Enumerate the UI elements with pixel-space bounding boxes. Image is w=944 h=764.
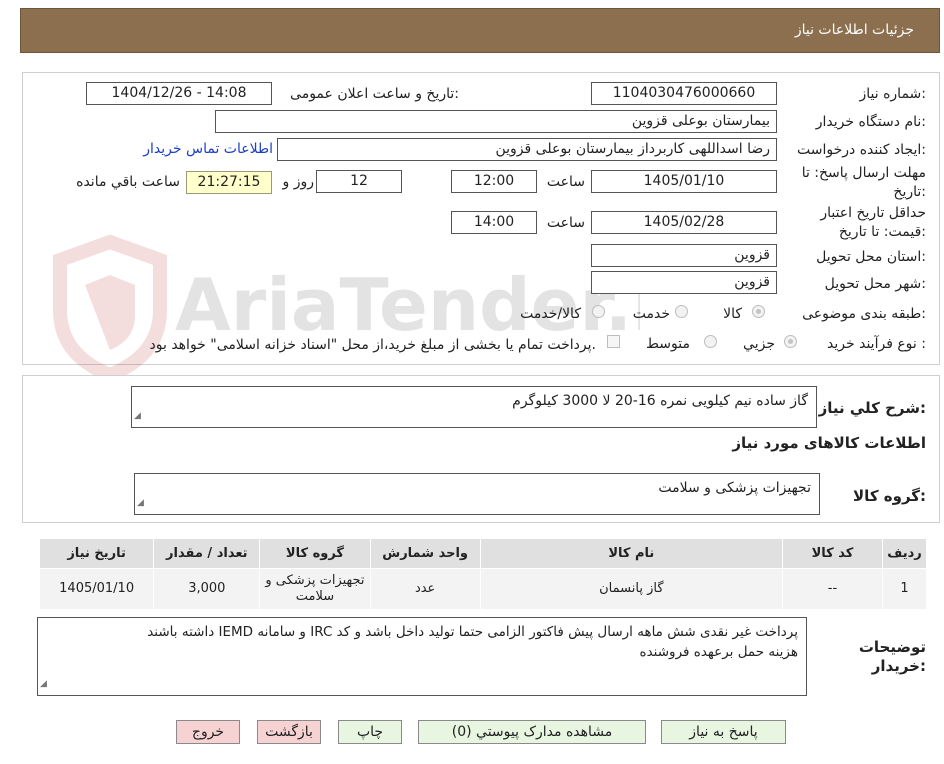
notes-label-2: خریدار: xyxy=(871,657,926,675)
page-title: جزئیات اطلاعات نیاز xyxy=(794,22,914,38)
cell-unit: عدد xyxy=(369,568,481,610)
announce-field: 1404/12/26 - 14:08 xyxy=(86,82,272,105)
resize-grip-icon[interactable]: ◢ xyxy=(137,493,144,513)
deadline-time-field: 12:00 xyxy=(451,170,537,193)
category-both-label: کالا/خدمت xyxy=(520,306,581,322)
exit-button[interactable]: خروج xyxy=(176,720,240,744)
deadline-date-field: 1405/01/10 xyxy=(591,170,777,193)
col-item-name: نام کالا xyxy=(479,538,783,569)
goods-group-text: تجهیزات پزشکی و سلامت xyxy=(658,480,811,496)
category-radio-goods[interactable] xyxy=(752,305,765,318)
col-row-number: ردیف xyxy=(882,538,927,569)
view-attachments-button[interactable]: مشاهده مدارک پیوستي (0) xyxy=(418,720,646,744)
payment-note: پرداخت تمام یا بخشی از مبلغ خرید،از محل … xyxy=(149,337,596,353)
validity-date-field: 1405/02/28 xyxy=(591,211,777,234)
cell-group: تجهیزات پزشکی و سلامت xyxy=(259,568,371,610)
goods-group-label: گروه کالا: xyxy=(853,487,926,505)
validity-label-2: قیمت: تا تاریخ: xyxy=(838,224,926,240)
category-service-label: خدمت xyxy=(632,306,670,322)
validity-label-1: حداقل تاریخ اعتبار xyxy=(820,205,926,221)
requester-label: ایجاد کننده درخواست: xyxy=(797,142,926,158)
process-radio-minor[interactable] xyxy=(784,335,797,348)
notes-label-1: توضیحات xyxy=(858,638,926,656)
announce-label: تاریخ و ساعت اعلان عمومی: xyxy=(290,86,459,102)
province-label: استان محل تحویل: xyxy=(816,249,926,265)
city-label: شهر محل تحویل: xyxy=(824,276,926,292)
page-header: جزئیات اطلاعات نیاز xyxy=(20,8,940,53)
cell-need-date: 1405/01/10 xyxy=(38,568,155,610)
notes-line-1: پرداخت غیر نقدی شش ماهه ارسال پیش فاکتور… xyxy=(147,624,798,640)
back-button[interactable]: بازگشت xyxy=(257,720,321,744)
col-need-date: تاریخ نیاز xyxy=(38,538,155,569)
summary-textarea[interactable]: گاز ساده نیم کیلویی نمره 16-20 لا 3000 ک… xyxy=(131,386,817,428)
col-item-code: کد کالا xyxy=(781,538,884,569)
days-remaining-field: 12 xyxy=(316,170,402,193)
days-word: روز و xyxy=(282,174,315,190)
process-radio-medium[interactable] xyxy=(704,335,717,348)
table-row: 1 -- گاز پانسمان عدد تجهیزات پزشکی و سلا… xyxy=(38,568,927,610)
deadline-label-1: مهلت ارسال پاسخ: تا xyxy=(801,165,926,181)
print-button[interactable]: چاپ xyxy=(338,720,402,744)
items-table: ردیف کد کالا نام کالا واحد شمارش گروه کا… xyxy=(38,538,927,610)
table-header-row: ردیف کد کالا نام کالا واحد شمارش گروه کا… xyxy=(38,538,927,569)
resize-grip-icon[interactable]: ◢ xyxy=(134,406,141,426)
validity-time-label: ساعت xyxy=(546,215,585,231)
process-medium-label: متوسط xyxy=(646,336,690,352)
process-minor-label: جزیي xyxy=(743,336,775,352)
category-radio-both[interactable] xyxy=(592,305,605,318)
process-label: نوع فرآیند خرید : xyxy=(827,336,926,352)
need-number-label: شماره نیاز: xyxy=(859,86,926,102)
cell-row-number: 1 xyxy=(882,568,927,610)
remaining-word: ساعت باقي مانده xyxy=(76,174,180,190)
cell-item-name: گاز پانسمان xyxy=(479,568,783,610)
validity-time-field: 14:00 xyxy=(451,211,537,234)
category-label: طبقه بندی موضوعی: xyxy=(802,306,926,322)
treasury-payment-checkbox[interactable] xyxy=(607,335,620,348)
category-radio-service[interactable] xyxy=(675,305,688,318)
buyer-contact-link[interactable]: اطلاعات تماس خریدار xyxy=(143,141,273,157)
requester-field: رضا اسداللهی کاربرداز بیمارستان بوعلی قز… xyxy=(277,138,777,161)
summary-text: گاز ساده نیم کیلویی نمره 16-20 لا 3000 ک… xyxy=(512,393,808,409)
goods-info-title: اطلاعات کالاهای مورد نیاز xyxy=(732,434,926,452)
cell-quantity: 3,000 xyxy=(153,568,261,610)
buyer-org-label: نام دستگاه خریدار: xyxy=(815,114,926,130)
reply-button[interactable]: پاسخ به نیاز xyxy=(661,720,786,744)
col-quantity: تعداد / مقدار xyxy=(153,538,261,569)
notes-line-2: هزینه حمل برعهده فروشنده xyxy=(639,644,799,660)
cell-item-code: -- xyxy=(781,568,884,610)
city-field: قزوین xyxy=(591,271,777,294)
resize-grip-icon[interactable]: ◢ xyxy=(40,674,47,694)
province-field: قزوین xyxy=(591,244,777,267)
col-group: گروه کالا xyxy=(259,538,371,569)
category-goods-label: کالا xyxy=(723,306,742,322)
remaining-time-field: 21:27:15 xyxy=(186,171,272,194)
summary-label: شرح کلي نیاز: xyxy=(818,399,926,417)
buyer-notes-textarea[interactable]: پرداخت غیر نقدی شش ماهه ارسال پیش فاکتور… xyxy=(37,617,807,696)
deadline-label-2: تاریخ: xyxy=(893,184,926,200)
buyer-org-field: بیمارستان بوعلی قزوین xyxy=(215,110,777,133)
goods-group-textarea[interactable]: تجهیزات پزشکی و سلامت ◢ xyxy=(134,473,820,515)
need-number-field: 1104030476000660 xyxy=(591,82,777,105)
deadline-time-label: ساعت xyxy=(546,174,585,190)
col-unit: واحد شمارش xyxy=(369,538,481,569)
